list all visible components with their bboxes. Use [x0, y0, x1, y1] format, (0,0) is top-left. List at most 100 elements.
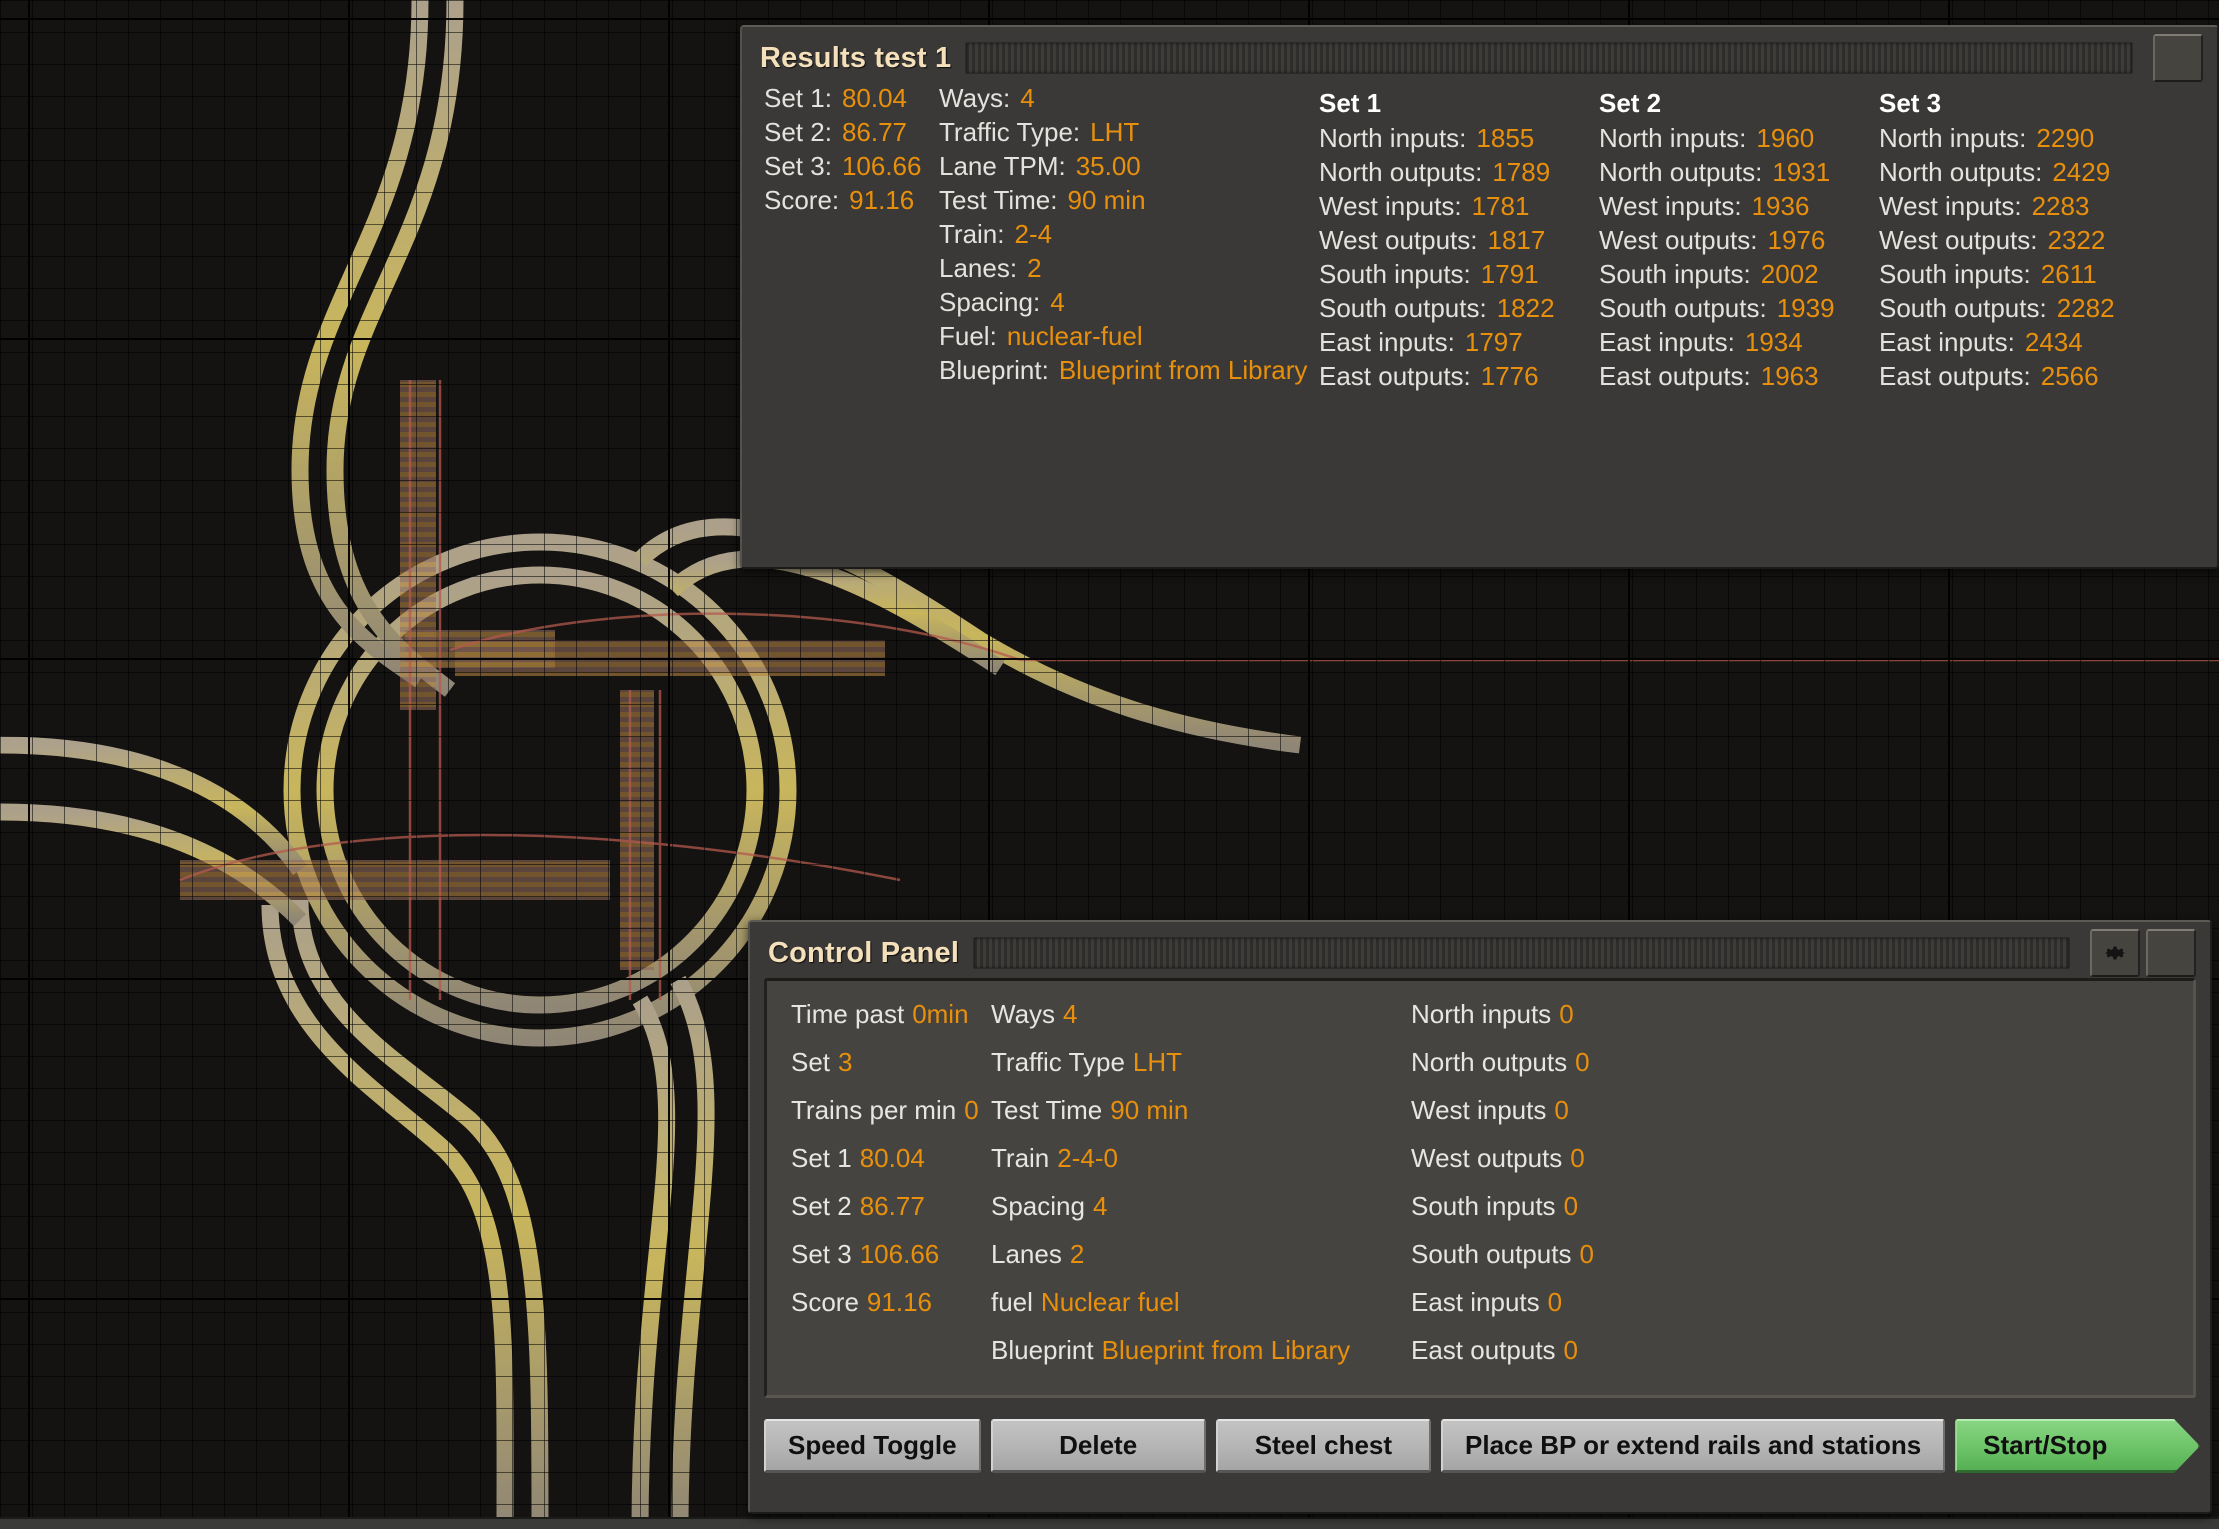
- kv-label: East outputs:: [1319, 361, 1471, 392]
- kv-value: 2-4-0: [1057, 1143, 1118, 1174]
- kv-label: Set 2: [791, 1191, 852, 1222]
- control-panel-header: Control Panel: [750, 922, 2210, 978]
- kv-row: West outputs0: [1411, 1143, 1811, 1191]
- speed-toggle-button[interactable]: Speed Toggle: [764, 1419, 981, 1473]
- kv-row: North outputs:1931: [1599, 157, 1879, 191]
- kv-value: 0: [1564, 1335, 1578, 1366]
- control-panel: Control Panel Time past0min Set3 Trains …: [748, 920, 2212, 1514]
- kv-label: Test Time: [991, 1095, 1102, 1126]
- kv-row: West outputs:2322: [1879, 225, 2179, 259]
- kv-value: 0: [1564, 1191, 1578, 1222]
- kv-label: North inputs:: [1599, 123, 1746, 154]
- results-panel: Results test 1 Set 1: 80.04 Set 2: 86.77…: [740, 25, 2219, 569]
- kv-label: West outputs:: [1599, 225, 1758, 256]
- kv-label: West inputs:: [1879, 191, 2022, 222]
- kv-row: West outputs:1817: [1319, 225, 1599, 259]
- kv-row: South outputs:1822: [1319, 293, 1599, 327]
- kv-label: South outputs:: [1319, 293, 1487, 324]
- delete-button[interactable]: Delete: [991, 1419, 1206, 1473]
- kv-value: 2290: [2036, 123, 2094, 154]
- kv-label: Lanes:: [939, 253, 1017, 284]
- results-summary-left-column: Set 1: 80.04 Set 2: 86.77 Set 3: 106.66 …: [764, 83, 939, 395]
- kv-row: South outputs:1939: [1599, 293, 1879, 327]
- kv-row: Traffic TypeLHT: [991, 1047, 1411, 1095]
- steel-chest-button[interactable]: Steel chest: [1216, 1419, 1431, 1473]
- results-drag-handle[interactable]: [965, 42, 2133, 74]
- kv-label: Trains per min: [791, 1095, 956, 1126]
- kv-row: Set 2: 86.77: [764, 117, 939, 151]
- kv-value: 2-4: [1015, 219, 1053, 250]
- kv-row: Set3: [791, 1047, 991, 1095]
- kv-value: 1781: [1472, 191, 1530, 222]
- kv-label: South outputs:: [1879, 293, 2047, 324]
- kv-value: 1855: [1476, 123, 1534, 154]
- kv-label: fuel: [991, 1287, 1033, 1318]
- kv-value: LHT: [1090, 117, 1139, 148]
- kv-label: Ways:: [939, 83, 1010, 114]
- kv-label: Score: [791, 1287, 859, 1318]
- kv-label: South outputs:: [1599, 293, 1767, 324]
- kv-value: 2434: [2025, 327, 2083, 358]
- kv-row: East inputs: 2434: [1879, 327, 2179, 361]
- kv-row: East inputs:1934: [1599, 327, 1879, 361]
- results-summary-right-column: Ways: 4 Traffic Type: LHT Lane TPM: 35.0…: [939, 83, 1319, 395]
- kv-row: South inputs:1791: [1319, 259, 1599, 293]
- kv-row: East outputs:1776: [1319, 361, 1599, 395]
- kv-value: Blueprint from Library: [1102, 1335, 1351, 1366]
- kv-row: Set 180.04: [791, 1143, 991, 1191]
- kv-label: West inputs: [1411, 1095, 1546, 1126]
- set-column-heading: Set 2: [1599, 83, 1879, 123]
- kv-value: 80.04: [842, 83, 907, 114]
- kv-label: East inputs:: [1599, 327, 1735, 358]
- kv-label: North outputs: [1411, 1047, 1567, 1078]
- start-stop-button[interactable]: Start/Stop: [1955, 1419, 2200, 1473]
- kv-label: East inputs:: [1879, 327, 2015, 358]
- kv-value: nuclear-fuel: [1007, 321, 1143, 352]
- kv-label: North inputs:: [1879, 123, 2026, 154]
- kv-value: 1960: [1756, 123, 1814, 154]
- kv-value: 4: [1020, 83, 1034, 114]
- kv-label: West inputs:: [1319, 191, 1462, 222]
- bottom-toolbar-strip: [0, 1517, 2219, 1529]
- kv-value: Nuclear fuel: [1041, 1287, 1180, 1318]
- kv-value: 0: [964, 1095, 978, 1126]
- kv-value: 4: [1050, 287, 1064, 318]
- kv-label: Lanes: [991, 1239, 1062, 1270]
- kv-row: South inputs:2611: [1879, 259, 2179, 293]
- kv-row: Spacing4: [991, 1191, 1411, 1239]
- kv-row: Set 1: 80.04: [764, 83, 939, 117]
- kv-label: Spacing:: [939, 287, 1040, 318]
- kv-row: South outputs0: [1411, 1239, 1811, 1287]
- kv-value: 80.04: [860, 1143, 925, 1174]
- set-column-heading: Set 1: [1319, 83, 1599, 123]
- control-panel-io-column: North inputs0 North outputs0 West inputs…: [1411, 999, 1811, 1395]
- control-panel-stats-column: Time past0min Set3 Trains per min0 Set 1…: [791, 999, 991, 1395]
- kv-row: Ways: 4: [939, 83, 1319, 117]
- results-close-button[interactable]: [2153, 34, 2203, 82]
- kv-label: East inputs: [1411, 1287, 1540, 1318]
- kv-row: West outputs: 1976: [1599, 225, 1879, 259]
- kv-label: Set 2:: [764, 117, 832, 148]
- control-panel-close-button[interactable]: [2146, 929, 2196, 977]
- kv-label: Spacing: [991, 1191, 1085, 1222]
- kv-label: East outputs:: [1879, 361, 2031, 392]
- kv-row: North inputs: 1960: [1599, 123, 1879, 157]
- kv-row: BlueprintBlueprint from Library: [991, 1335, 1411, 1383]
- kv-row: West inputs: 1781: [1319, 191, 1599, 225]
- kv-label: East outputs: [1411, 1335, 1556, 1366]
- results-header: Results test 1: [742, 27, 2217, 83]
- kv-value: 0: [1554, 1095, 1568, 1126]
- kv-value: 1936: [1752, 191, 1810, 222]
- kv-value: 1976: [1768, 225, 1826, 256]
- kv-label: East outputs:: [1599, 361, 1751, 392]
- kv-label: North outputs:: [1599, 157, 1762, 188]
- kv-value: 0: [1570, 1143, 1584, 1174]
- settings-button[interactable]: [2090, 929, 2140, 977]
- kv-label: Set 1:: [764, 83, 832, 114]
- kv-row: Ways4: [991, 999, 1411, 1047]
- kv-value: 2322: [2048, 225, 2106, 256]
- kv-label: South inputs:: [1879, 259, 2031, 290]
- control-panel-drag-handle[interactable]: [973, 937, 2070, 969]
- place-blueprint-button[interactable]: Place BP or extend rails and stations: [1441, 1419, 1945, 1473]
- kv-row: Lane TPM: 35.00: [939, 151, 1319, 185]
